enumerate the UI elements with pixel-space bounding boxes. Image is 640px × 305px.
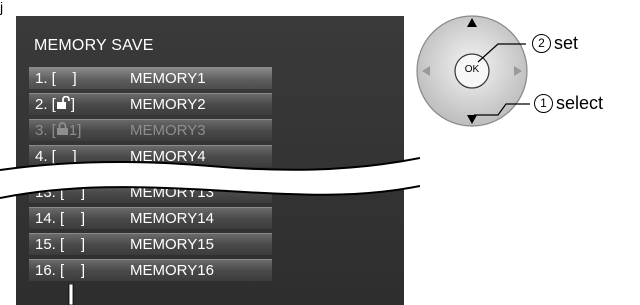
set-label: set — [554, 33, 579, 53]
memory-row-14[interactable]: 14. [ ] MEMORY14 — [29, 207, 272, 229]
row-number: 16. [ ] — [35, 262, 86, 279]
step-1-badge: 1 — [534, 94, 553, 113]
menu-title: MEMORY SAVE — [34, 37, 154, 54]
unlock-icon — [56, 95, 71, 116]
set-callout: 2 set — [532, 33, 578, 54]
memory-row-15[interactable]: 15. [ ] MEMORY15 — [29, 233, 272, 255]
row-cursor-mark — [68, 284, 74, 305]
row-name: MEMORY1 — [130, 70, 206, 87]
lock-icon — [56, 121, 69, 142]
row-name: MEMORY2 — [130, 96, 206, 113]
row-number: 3. [ — [35, 122, 56, 139]
corner-mark: j — [0, 0, 4, 15]
row-name: MEMORY3 — [130, 122, 206, 139]
ok-label: OK — [464, 64, 480, 75]
select-callout: 1 select — [534, 93, 603, 114]
row-number-end: 1] — [68, 122, 82, 139]
memory-row-1[interactable]: 1. [ ] MEMORY1 — [29, 67, 272, 89]
row-number-end: ] — [70, 96, 76, 113]
row-name: MEMORY14 — [130, 210, 214, 227]
row-number: 2. [ — [35, 96, 56, 113]
row-number: 1. [ ] — [35, 70, 77, 87]
memory-row-3[interactable]: 3. [ 1] MEMORY3 — [29, 119, 272, 141]
memory-row-2[interactable]: 2. [] MEMORY2 — [29, 93, 272, 115]
step-2-badge: 2 — [532, 34, 551, 53]
row-name: MEMORY15 — [130, 236, 214, 253]
select-label: select — [556, 93, 604, 113]
omission-wave-break — [0, 157, 420, 199]
row-number: 15. [ ] — [35, 236, 86, 253]
row-number: 14. [ ] — [35, 210, 86, 227]
row-name: MEMORY16 — [130, 262, 214, 279]
memory-row-16[interactable]: 16. [ ] MEMORY16 — [29, 259, 272, 281]
